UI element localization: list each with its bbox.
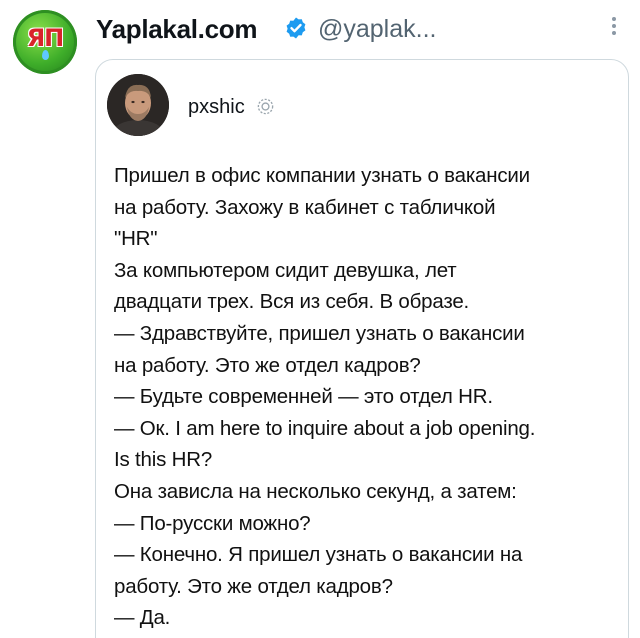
author-handle[interactable]: @yaplak... [318,15,436,44]
tweet-text-line: — Ок. I am here to inquire about a job o… [114,416,536,440]
author-display-name[interactable]: Yaplakal.com [96,14,257,45]
tweet-text-line: на работу. Захожу в кабинет с табличкой [114,195,496,219]
tweet-text-line: Она зависла на несколько секунд, а затем… [114,479,517,503]
author-avatar[interactable]: ЯП [13,10,77,74]
tweet-text-line: За компьютером сидит девушка, лет [114,258,457,282]
tweet-text-line: на работу. Это же отдел кадров? [114,353,421,377]
tweet-text-line: Пришел в офис компании узнать о вакансии [114,164,530,187]
tweet-text-line: — Да. [114,606,171,630]
settings-badge-icon [257,98,274,115]
drop-icon [42,50,49,60]
more-vertical-icon[interactable] [606,14,622,42]
tweet-text-line: — Здравствуйте, пришел узнать о вакансии [114,321,525,345]
user-photo-avatar-icon [107,74,169,136]
tweet-text-line: — Конечно. Я пришел узнать о вакансии на [114,543,523,567]
yaplakal-logo-text: ЯП [26,24,65,52]
quoted-author-name[interactable]: pxshic [188,96,245,119]
verified-badge-icon [286,17,306,39]
quoted-author-avatar[interactable] [107,74,169,136]
quoted-tweet-text: Пришел в офис компании узнать о вакансии… [114,160,614,634]
tweet-view: ЯП Yaplakal.com @yaplak... pxshic Пришел… [0,0,640,638]
tweet-text-line: двадцати трех. Вся из себя. В образе. [114,290,470,314]
tweet-text-line: — Будьте современней — это отдел HR. [114,385,493,409]
tweet-text-line: — По-русски можно? [114,511,311,535]
tweet-text-line: Is this HR? [114,448,213,472]
tweet-text-line: работу. Это же отдел кадров? [114,574,393,598]
tweet-text-line: "HR" [114,227,158,251]
